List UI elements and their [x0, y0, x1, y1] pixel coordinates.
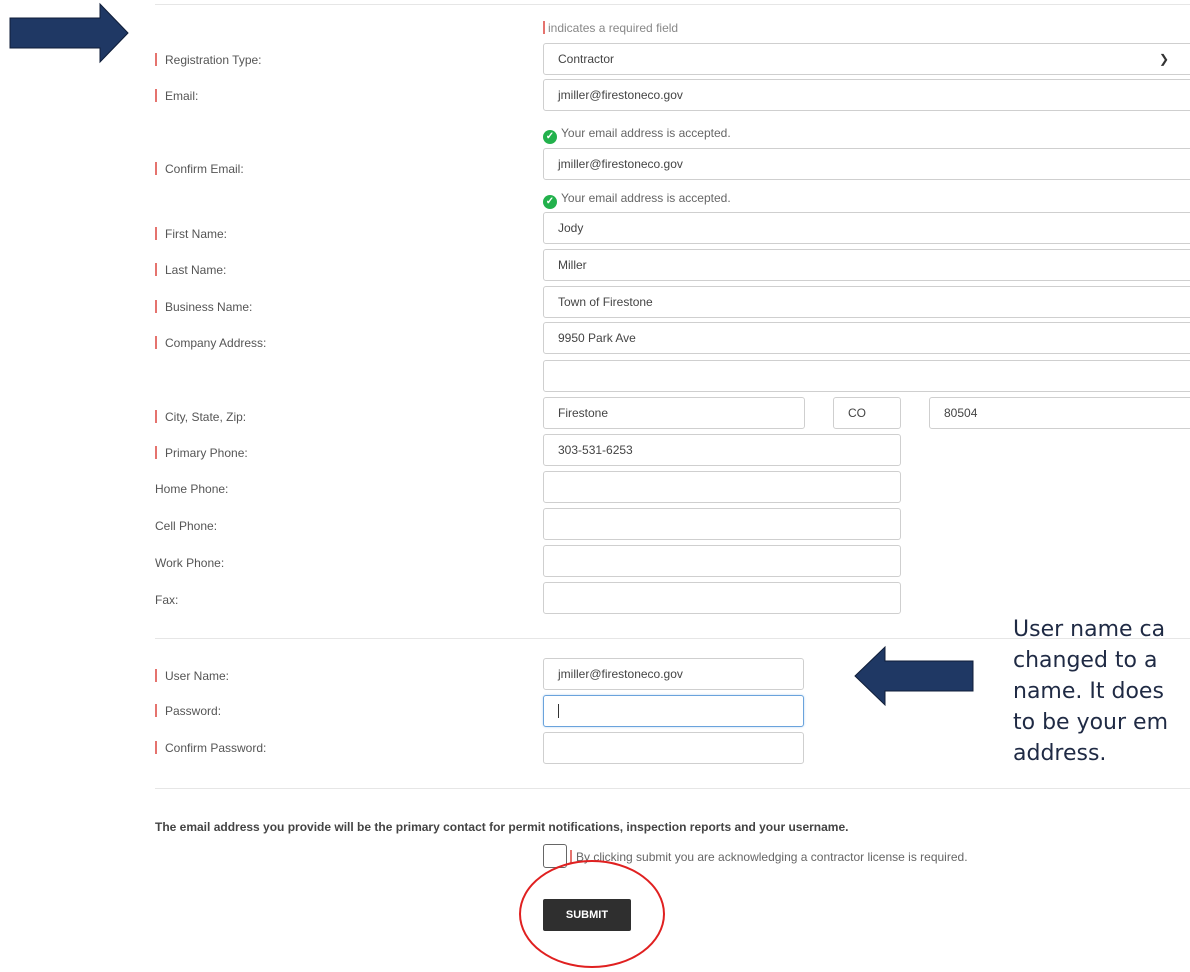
- business-name-field[interactable]: Town of Firestone: [543, 286, 1190, 318]
- city-field[interactable]: Firestone: [543, 397, 805, 429]
- first-name-field[interactable]: Jody: [543, 212, 1190, 244]
- top-divider: [155, 4, 1190, 5]
- fax-field[interactable]: [543, 582, 901, 614]
- work-phone-label: Work Phone:: [155, 556, 225, 570]
- confirm-password-label: Confirm Password:: [155, 740, 266, 756]
- confirm-email-status: ✓ Your email address is accepted.: [543, 190, 731, 209]
- confirm-password-field[interactable]: [543, 732, 804, 764]
- primary-phone-field[interactable]: 303-531-6253: [543, 434, 901, 466]
- home-phone-field[interactable]: [543, 471, 901, 503]
- confirm-email-field[interactable]: jmiller@firestoneco.gov: [543, 148, 1190, 180]
- company-address-line2-field[interactable]: [543, 360, 1190, 392]
- business-name-label: Business Name:: [155, 299, 252, 315]
- annotation-arrow-username: [854, 645, 974, 707]
- registration-type-label: Registration Type:: [155, 52, 262, 68]
- section-divider-2: [155, 788, 1190, 789]
- highlight-circle: [519, 860, 665, 968]
- confirm-email-label: Confirm Email:: [155, 161, 244, 177]
- city-state-zip-label: City, State, Zip:: [155, 409, 246, 425]
- user-name-label: User Name:: [155, 668, 229, 684]
- password-field[interactable]: [543, 695, 804, 727]
- annotation-line: name. It does: [1013, 679, 1164, 704]
- check-circle-icon: ✓: [543, 195, 557, 209]
- home-phone-label: Home Phone:: [155, 482, 229, 496]
- text-caret: [558, 704, 559, 718]
- annotation-line: address.: [1013, 741, 1107, 766]
- annotation-line: User name ca: [1013, 617, 1166, 642]
- annotation-line: changed to a: [1013, 648, 1158, 673]
- cell-phone-field[interactable]: [543, 508, 901, 540]
- state-field[interactable]: CO: [833, 397, 901, 429]
- primary-contact-note: The email address you provide will be th…: [155, 820, 849, 834]
- company-address-label: Company Address:: [155, 335, 266, 351]
- email-status: ✓ Your email address is accepted.: [543, 125, 731, 144]
- required-marker: [543, 21, 545, 34]
- check-circle-icon: ✓: [543, 130, 557, 144]
- fax-label: Fax:: [155, 593, 179, 607]
- last-name-field[interactable]: Miller: [543, 249, 1190, 281]
- cell-phone-label: Cell Phone:: [155, 519, 218, 533]
- acknowledge-text: By clicking submit you are acknowledging…: [570, 850, 968, 864]
- user-name-field[interactable]: jmiller@firestoneco.gov: [543, 658, 804, 690]
- email-field[interactable]: jmiller@firestoneco.gov: [543, 79, 1190, 111]
- last-name-label: Last Name:: [155, 262, 226, 278]
- first-name-label: First Name:: [155, 226, 227, 242]
- registration-type-select[interactable]: Contractor ❯: [543, 43, 1190, 75]
- work-phone-field[interactable]: [543, 545, 901, 577]
- password-label: Password:: [155, 703, 221, 719]
- annotation-arrow-top: [9, 2, 129, 64]
- email-label: Email:: [155, 88, 198, 104]
- chevron-down-icon: ❯: [1158, 52, 1169, 66]
- annotation-text: User name ca changed to a name. It does …: [1013, 614, 1190, 769]
- company-address-field[interactable]: 9950 Park Ave: [543, 322, 1190, 354]
- zip-field[interactable]: 80504: [929, 397, 1190, 429]
- primary-phone-label: Primary Phone:: [155, 445, 248, 461]
- annotation-line: to be your em: [1013, 710, 1168, 735]
- required-field-note: indicates a required field: [543, 21, 678, 35]
